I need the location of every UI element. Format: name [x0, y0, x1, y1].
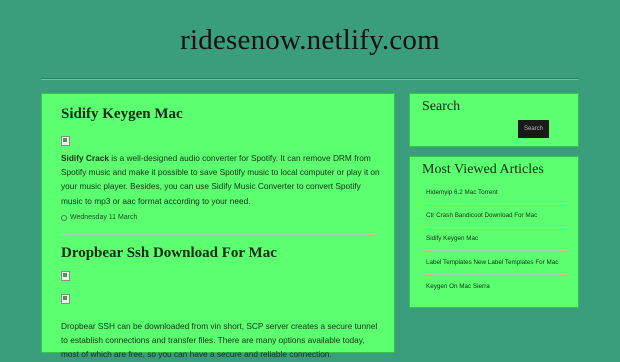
- main-content: Sidify Keygen Mac Sidify Crack is a well…: [41, 93, 395, 359]
- clock-icon: [61, 214, 67, 221]
- broken-image-icon: [61, 271, 70, 281]
- broken-image-icon: [61, 136, 70, 146]
- most-viewed-widget: Most Viewed Articles Hidemyip 6.2 Mac To…: [409, 156, 579, 308]
- header-divider: [41, 78, 579, 80]
- article-link[interactable]: Hidemyip 6.2 Mac Torrent: [422, 181, 568, 205]
- article-link[interactable]: Label Templates New Label Templates For …: [422, 251, 568, 275]
- article-link[interactable]: Ctr Crash Bandicoot Download For Mac: [422, 204, 568, 228]
- post-date-text: Wednesday 11 March: [70, 214, 138, 221]
- search-widget: Search Search: [409, 93, 579, 147]
- most-viewed-title: Most Viewed Articles: [422, 162, 544, 177]
- post-excerpt: Dropbear SSH can be downloaded from vin …: [61, 321, 378, 360]
- broken-image-icon: [61, 294, 70, 304]
- search-button[interactable]: Search: [518, 120, 549, 138]
- excerpt-text: is a well-designed audio converter for S…: [61, 153, 380, 206]
- article-link[interactable]: Keygen On Mac Sierra: [422, 275, 568, 298]
- post-title-link[interactable]: Sidify Keygen Mac: [61, 106, 183, 123]
- post-divider: [61, 234, 377, 235]
- post-excerpt: Sidify Crack is a well-designed audio co…: [61, 151, 383, 208]
- search-widget-title: Search: [422, 99, 461, 114]
- site-title[interactable]: ridesenow.netlify.com: [0, 24, 620, 57]
- post-date: Wednesday 11 March: [61, 214, 137, 221]
- post-title-link[interactable]: Dropbear Ssh Download For Mac: [61, 245, 277, 262]
- article-link[interactable]: Sidify Keygen Mac: [422, 228, 568, 252]
- excerpt-bold-keyword: Sidify Crack: [61, 153, 109, 163]
- most-viewed-list: Hidemyip 6.2 Mac Torrent Ctr Crash Bandi…: [422, 181, 568, 298]
